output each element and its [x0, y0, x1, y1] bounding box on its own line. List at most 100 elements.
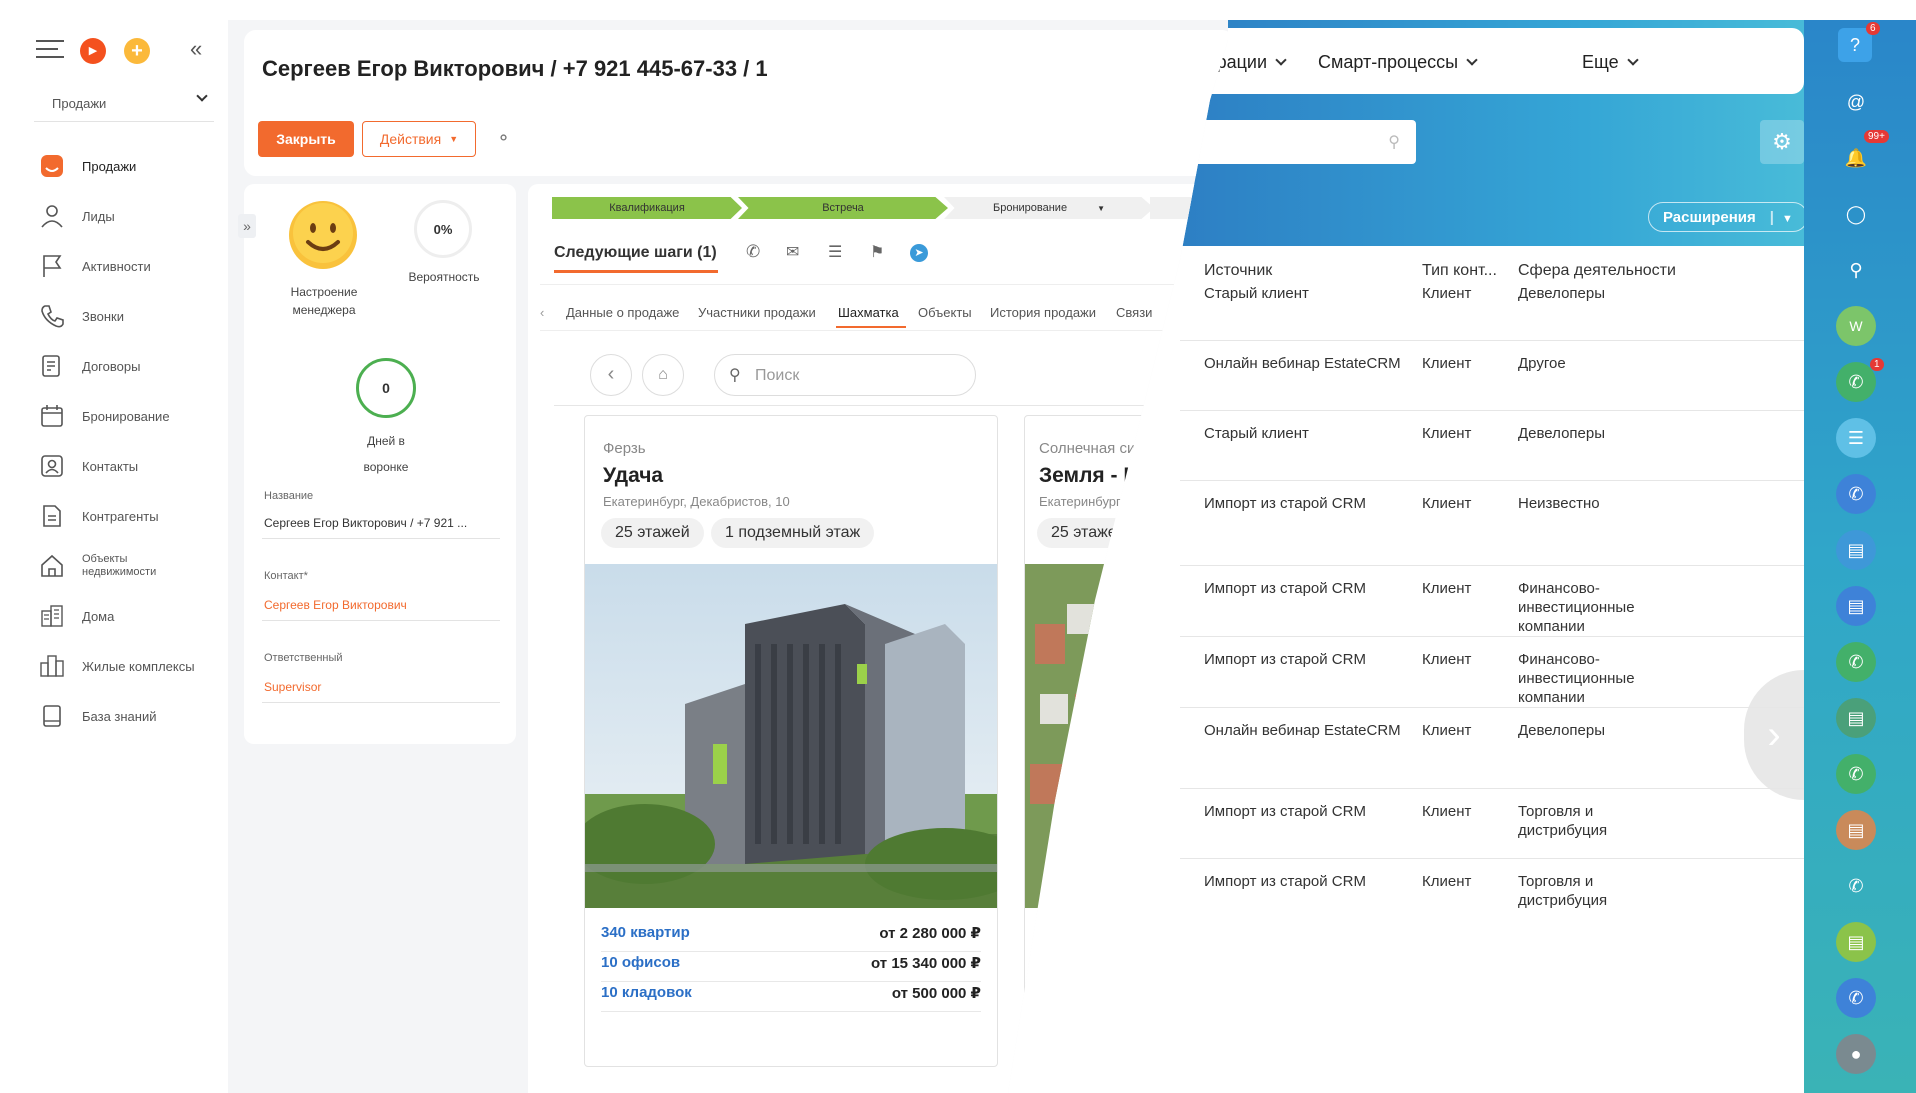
search-icon[interactable]: ⚲: [1836, 250, 1876, 290]
cell-sphere: Торговля и дистрибуция: [1518, 873, 1608, 909]
tab-objects[interactable]: Объекты: [918, 305, 972, 320]
tag-icon[interactable]: ⚬: [496, 128, 511, 149]
contact-link[interactable]: Сергеев Егор Викторович: [264, 598, 407, 612]
card-address: Екатеринбург, Декабристов, 10: [603, 494, 790, 509]
extensions-button[interactable]: Расширения | ▼: [1648, 202, 1808, 232]
cell-source: Старый клиент: [1204, 285, 1309, 302]
telegram-icon[interactable]: ➤: [910, 244, 928, 262]
tab-sale-participants[interactable]: Участники продажи: [698, 305, 816, 320]
tab-links[interactable]: Связи: [1116, 305, 1152, 320]
mail-icon[interactable]: ✉: [786, 242, 799, 262]
card-icon[interactable]: ▤: [1836, 810, 1876, 850]
calendar-icon: [36, 400, 68, 432]
building-card[interactable]: Ферзь Удача Екатеринбург, Декабристов, 1…: [584, 415, 998, 1067]
phone-icon[interactable]: ✆: [1836, 866, 1876, 906]
tab-history[interactable]: История продажи: [990, 305, 1096, 320]
phone-icon[interactable]: ✆: [1836, 474, 1876, 514]
card-icon[interactable]: ▤: [1836, 530, 1876, 570]
unit-count-link[interactable]: 10 кладовок: [601, 984, 692, 1001]
tab-chessboard[interactable]: Шахматка: [838, 305, 899, 320]
at-icon[interactable]: @: [1836, 82, 1876, 122]
sidebar-item-contract[interactable]: Договоры: [36, 348, 216, 384]
cell-sphere: Девелоперы: [1518, 425, 1605, 442]
owner-link[interactable]: Supervisor: [264, 680, 321, 694]
card-icon[interactable]: ▤: [1836, 586, 1876, 626]
underground-chip: 1 подземный этаж: [711, 518, 875, 548]
leads-icon: [36, 200, 68, 232]
probability-gauge[interactable]: 0%: [414, 200, 472, 258]
smiley-icon[interactable]: [288, 200, 358, 270]
cell-contact-type: Клиент: [1422, 580, 1472, 597]
sidebar-item-book[interactable]: База знаний: [36, 698, 216, 734]
home-button[interactable]: ⌂: [642, 354, 684, 396]
crm-search-field[interactable]: ⚲: [1180, 120, 1416, 164]
phone-icon[interactable]: ✆: [1836, 362, 1876, 402]
sidebar-item-phone[interactable]: Звонки: [36, 298, 216, 334]
unit-count-link[interactable]: 10 офисов: [601, 954, 680, 971]
contact-label: Контакт*: [264, 570, 308, 582]
back-button[interactable]: ‹: [590, 354, 632, 396]
avatar[interactable]: ●: [1836, 1034, 1876, 1074]
play-icon[interactable]: ▶: [80, 38, 106, 64]
sidebar-item-complex[interactable]: Жилые комплексы: [36, 648, 216, 684]
col-contact-type[interactable]: Тип конт...: [1422, 262, 1497, 280]
sidebar-item-label: Продажи: [82, 158, 137, 174]
message-icon[interactable]: ☰: [1836, 418, 1876, 458]
sidebar-item-leads[interactable]: Лиды: [36, 198, 216, 234]
book-icon: [36, 700, 68, 732]
unit-price: от 15 340 000 ₽: [871, 955, 981, 972]
menu-icon[interactable]: [36, 40, 64, 60]
flag-icon[interactable]: ⚑: [870, 242, 884, 262]
gear-icon[interactable]: ⚙: [1760, 120, 1804, 164]
sidebar-item-house[interactable]: Объекты недвижимости: [36, 548, 216, 584]
stage-meeting[interactable]: Встреча: [738, 197, 948, 219]
stage-qualification[interactable]: Квалификация: [552, 197, 742, 219]
phone-icon[interactable]: ✆: [1836, 978, 1876, 1018]
crm-background-window: еграции Смарт-процессы Еще ⚲ ⚙ Расширени…: [1180, 20, 1916, 1093]
list-icon[interactable]: ☰: [828, 242, 842, 262]
help-icon[interactable]: ?: [1838, 28, 1872, 62]
card-company: Солнечная си: [1039, 440, 1136, 457]
sidebar-item-document[interactable]: Контрагенты: [36, 498, 216, 534]
cell-contact-type: Клиент: [1422, 651, 1472, 668]
tab-sale-data[interactable]: Данные о продаже: [566, 305, 679, 320]
sidebar-item-building[interactable]: Дома: [36, 598, 216, 634]
sidebar-item-flag[interactable]: Активности: [36, 248, 216, 284]
price-row[interactable]: 10 кладовок от 500 000 ₽: [601, 976, 981, 1012]
cell-source: Импорт из старой CRM: [1204, 873, 1366, 890]
document-icon[interactable]: ▤: [1836, 922, 1876, 962]
bell-icon[interactable]: 🔔: [1836, 138, 1876, 178]
nav-smart-processes[interactable]: Смарт-процессы: [1318, 52, 1478, 73]
close-button[interactable]: Закрыть: [258, 121, 354, 157]
section-select[interactable]: Продажи: [34, 88, 214, 122]
sidebar-item-calendar[interactable]: Бронирование: [36, 398, 216, 434]
col-sphere[interactable]: Сфера деятельности: [1518, 262, 1676, 280]
phone-badge: 1: [1870, 358, 1884, 371]
chevron-left-icon[interactable]: ‹: [540, 305, 544, 320]
nav-more[interactable]: Еще: [1582, 52, 1639, 73]
phone-icon[interactable]: ✆: [1836, 754, 1876, 794]
days-label: Дней в воронке: [363, 434, 409, 474]
row-divider: [1180, 788, 1804, 789]
next-steps-tab[interactable]: Следующие шаги (1): [554, 244, 717, 262]
sidebar-item-sales[interactable]: Продажи: [36, 148, 216, 184]
expand-icon[interactable]: »: [238, 214, 256, 238]
col-source[interactable]: Источник: [1204, 262, 1272, 280]
avatar[interactable]: W: [1836, 306, 1876, 346]
search-input[interactable]: ⚲ Поиск: [714, 354, 976, 396]
stage-booking[interactable]: Бронирование ▼: [944, 197, 1154, 219]
add-icon[interactable]: +: [124, 38, 150, 64]
sidebar-item-contacts[interactable]: Контакты: [36, 448, 216, 484]
collapse-icon[interactable]: «: [190, 36, 202, 62]
chat-icon[interactable]: ◯: [1836, 194, 1876, 234]
crm-table: Источник Тип конт... Сфера деятельности …: [1180, 246, 1804, 1093]
active-underline: [554, 270, 718, 273]
search-icon: ⚲: [1388, 134, 1400, 151]
unit-count-link[interactable]: 340 квартир: [601, 924, 690, 941]
phone-icon[interactable]: ✆: [746, 242, 760, 262]
actions-button[interactable]: Действия ▼: [362, 121, 476, 157]
card-icon[interactable]: ▤: [1836, 698, 1876, 738]
row-divider: [1180, 565, 1804, 566]
name-field[interactable]: Сергеев Егор Викторович / +7 921 ...: [264, 516, 467, 530]
phone-icon[interactable]: ✆: [1836, 642, 1876, 682]
